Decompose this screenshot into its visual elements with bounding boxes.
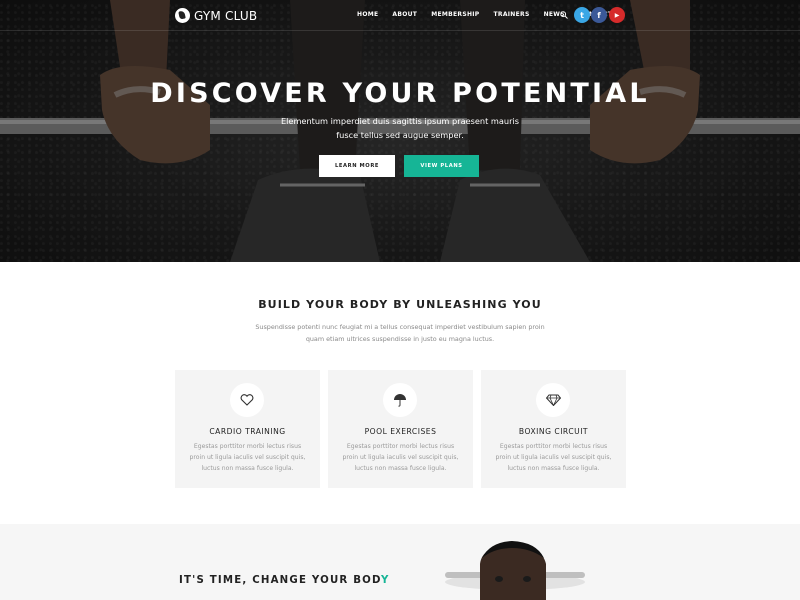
athlete-portrait-image	[445, 541, 585, 600]
diamond-icon-circle	[536, 383, 570, 417]
top-navbar: GYM CLUB HOME ABOUT MEMBERSHIP TRAINERS …	[0, 0, 800, 31]
hero-subtitle: Elementum imperdiet duis sagittis ipsum …	[280, 116, 520, 140]
cardio-card-text: Egestas porttitor morbi lectus risus pro…	[189, 443, 306, 472]
heart-icon-circle	[230, 383, 264, 417]
hero-title: DISCOVER YOUR POTENTIAL	[150, 78, 650, 109]
umbrella-icon-circle	[383, 383, 417, 417]
youtube-icon[interactable]: ▶	[609, 7, 625, 23]
features-description: Suspendisse potenti nunc feugiat mi a te…	[255, 323, 545, 343]
features-title: BUILD YOUR BODY BY UNLEASHING YOU	[258, 298, 542, 311]
motivation-title-accent: Y	[380, 575, 390, 586]
pool-card-title: POOL EXERCISES	[364, 427, 437, 436]
search-icon[interactable]	[560, 11, 568, 19]
motivation-title: IT'S TIME, CHANGE YOUR BODY	[179, 575, 390, 586]
nav-about[interactable]: ABOUT	[392, 11, 417, 18]
motivation-title-main: IT'S TIME, CHANGE YOUR BOD	[179, 575, 381, 586]
umbrella-icon	[394, 394, 406, 407]
nav-trainers[interactable]: TRAINERS	[494, 11, 530, 18]
strongman-icon	[175, 8, 190, 23]
nav-membership[interactable]: MEMBERSHIP	[431, 11, 479, 18]
brand-logo[interactable]: GYM CLUB	[175, 7, 257, 24]
boxing-card-text: Egestas porttitor morbi lectus risus pro…	[495, 443, 612, 472]
learn-more-button[interactable]: LEARN MORE	[319, 155, 395, 177]
motivation-section	[0, 524, 800, 600]
facebook-icon[interactable]: f	[591, 7, 607, 23]
brand-name: GYM CLUB	[194, 8, 258, 23]
boxing-card-title: BOXING CIRCUIT	[518, 427, 589, 436]
hero-banner: GYM CLUB HOME ABOUT MEMBERSHIP TRAINERS …	[0, 0, 800, 262]
twitter-icon[interactable]: t	[574, 7, 590, 23]
diamond-icon	[545, 394, 561, 406]
heart-icon	[240, 394, 254, 406]
cardio-card-title: CARDIO TRAINING	[209, 427, 286, 436]
pool-card-text: Egestas porttitor morbi lectus risus pro…	[342, 443, 459, 472]
nav-home[interactable]: HOME	[357, 11, 378, 18]
view-plans-button[interactable]: VIEW PLANS	[404, 155, 479, 177]
